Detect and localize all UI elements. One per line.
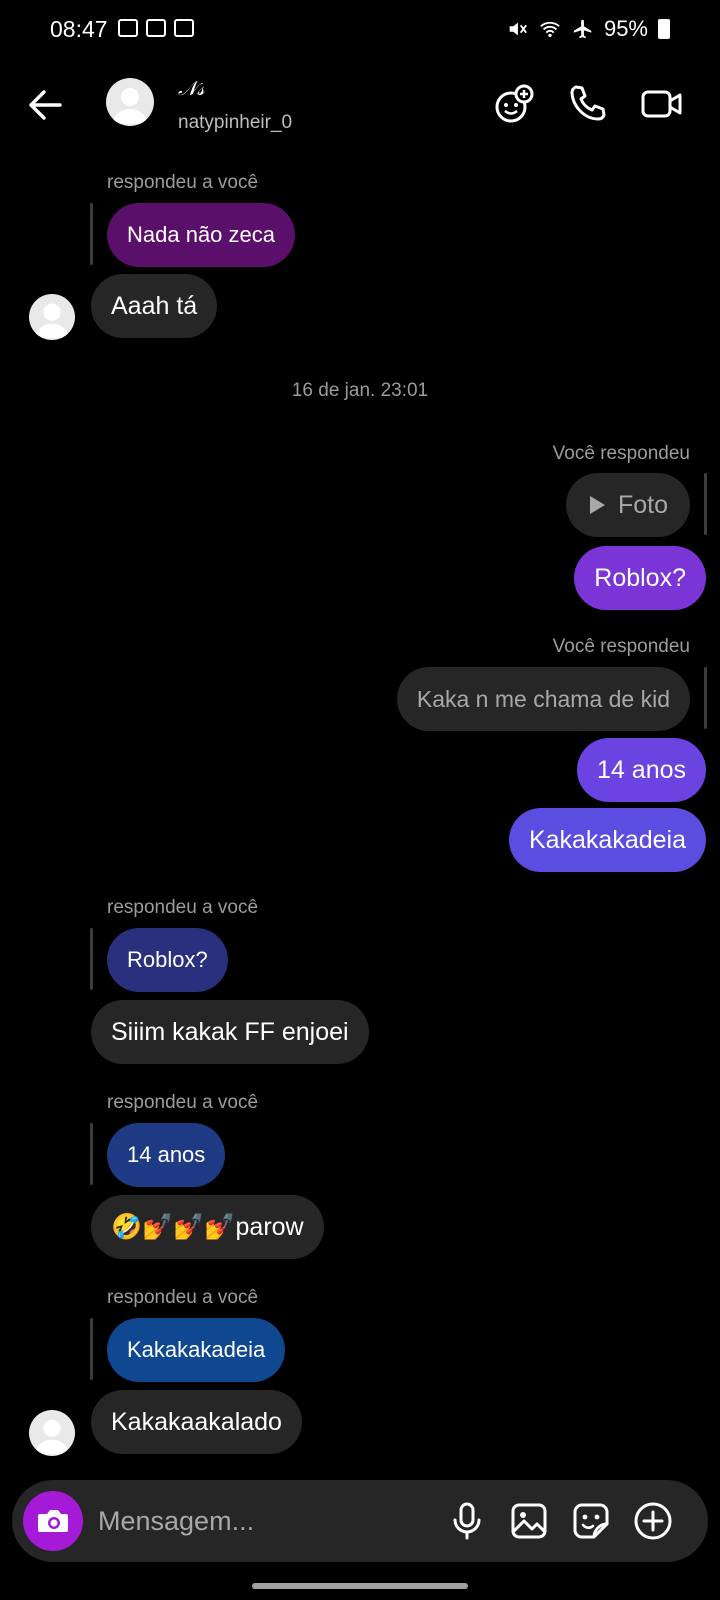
reply-quote-bar: [704, 667, 707, 729]
sender-avatar[interactable]: [29, 1410, 75, 1456]
quoted-message[interactable]: Roblox?: [107, 928, 228, 992]
gallery-notification-icon: [118, 19, 138, 37]
reply-quote-bar: [90, 928, 93, 990]
status-bar: 08:47 95%: [0, 0, 720, 58]
system-status: 95%: [506, 16, 670, 42]
quoted-message[interactable]: Kaka n me chama de kid: [396, 667, 690, 731]
reply-quote-bar: [90, 1123, 93, 1185]
voicemail-notification-icon: [146, 19, 166, 37]
quoted-message[interactable]: 14 anos: [107, 1123, 226, 1187]
reply-quote-bar: [90, 1318, 93, 1380]
quoted-message[interactable]: Kakakakadeia: [107, 1318, 286, 1382]
outgoing-message[interactable]: 14 anos: [577, 738, 706, 802]
phone-icon: [570, 85, 606, 121]
reply-quote-bar: [704, 473, 707, 535]
back-arrow-icon[interactable]: [24, 84, 66, 126]
microphone-icon: [453, 1502, 481, 1540]
incoming-message[interactable]: Aaah tá: [91, 274, 218, 338]
video-call-button[interactable]: [640, 82, 684, 126]
message-composer: [12, 1480, 708, 1562]
battery-icon: [658, 19, 670, 39]
mute-icon: [509, 22, 527, 36]
airplane-mode-icon: [573, 19, 592, 39]
reply-label: respondeu a você: [107, 172, 259, 193]
contact-username[interactable]: natypinheir_0: [178, 112, 292, 134]
voice-call-button[interactable]: [566, 82, 610, 126]
battery-percent: 95%: [603, 16, 648, 41]
reply-label: Você respondeu: [552, 443, 690, 464]
incoming-message[interactable]: Kakakaakalado: [91, 1390, 302, 1454]
gallery-button[interactable]: [508, 1500, 550, 1542]
outgoing-message[interactable]: Kakakakadeia: [508, 808, 706, 872]
reply-label: Você respondeu: [552, 636, 690, 657]
video-camera-icon: [641, 90, 682, 118]
wifi-icon: [540, 21, 560, 38]
chat-header: 𝒩𝓈 natypinheir_0: [0, 58, 720, 158]
reply-label: respondeu a você: [107, 897, 259, 918]
quoted-photo[interactable]: Foto: [565, 473, 690, 537]
reply-label: respondeu a você: [107, 1092, 259, 1113]
gallery-icon: [511, 1503, 547, 1539]
date-separator: 16 de jan. 23:01: [291, 380, 429, 401]
effects-button[interactable]: [492, 82, 536, 126]
notification-icons: [118, 19, 194, 37]
reply-label: respondeu a você: [107, 1287, 259, 1308]
camera-button[interactable]: [23, 1491, 83, 1551]
voicemail-notification-icon: [174, 19, 194, 37]
camera-icon: [38, 1510, 68, 1532]
sender-avatar[interactable]: [29, 294, 75, 340]
plus-icon: [634, 1502, 672, 1540]
effects-icon: [495, 84, 534, 123]
sticker-button[interactable]: [570, 1500, 612, 1542]
incoming-message[interactable]: 🤣💅💅💅parow: [91, 1195, 324, 1259]
quoted-message[interactable]: Nada não zeca: [107, 203, 295, 267]
contact-display-name[interactable]: 𝒩𝓈: [178, 76, 205, 100]
sticker-icon: [573, 1503, 609, 1539]
contact-avatar[interactable]: [106, 78, 154, 126]
quoted-photo-label: Foto: [617, 491, 668, 519]
message-input[interactable]: [98, 1500, 428, 1542]
voice-message-button[interactable]: [446, 1500, 488, 1542]
reply-quote-bar: [90, 203, 93, 265]
play-icon: [589, 496, 605, 514]
incoming-message[interactable]: Siiim kakak FF enjoei: [91, 1000, 369, 1064]
home-indicator[interactable]: [252, 1583, 468, 1589]
more-options-button[interactable]: [632, 1500, 674, 1542]
status-time: 08:47: [50, 16, 108, 42]
outgoing-message[interactable]: Roblox?: [574, 546, 706, 610]
